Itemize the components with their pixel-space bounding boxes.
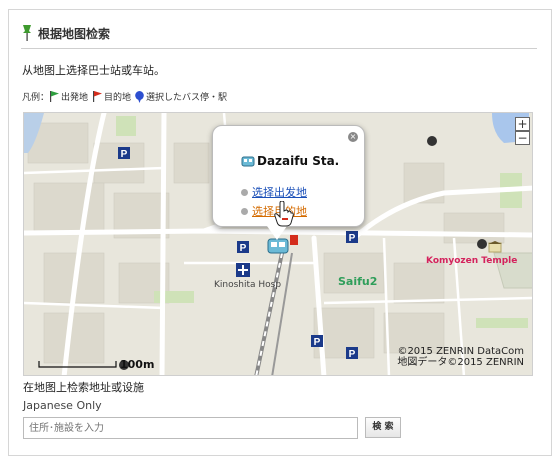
address-search-input[interactable] xyxy=(23,417,358,439)
svg-text:P: P xyxy=(121,149,128,159)
destination-flag-icon xyxy=(93,91,103,102)
popup-pointer xyxy=(267,226,287,240)
legend: 凡例： 出発地 目的地 選択したバス停・駅 xyxy=(22,90,231,103)
panel-title: 根据地图检索 xyxy=(38,26,111,41)
legend-selected-label: 選択したバス停・駅 xyxy=(146,93,228,103)
parking-icon: P xyxy=(237,241,249,253)
popup-station-name: Dazaifu Sta. xyxy=(257,154,340,168)
parking-icon: P xyxy=(118,147,130,159)
parking-icon: P xyxy=(311,335,323,347)
scale-label: 100m xyxy=(120,358,155,371)
svg-text:P: P xyxy=(349,233,356,243)
map-label-kinoshita: Kinoshita Hosp xyxy=(214,280,282,290)
shrine-icon xyxy=(477,239,487,249)
route-search-panel: 根据地图检索 从地图上选择巴士站或车站。 凡例： 出発地 目的地 選択したバス停… xyxy=(8,9,552,456)
panel-header: 根据地图检索 xyxy=(21,24,110,42)
temple-icon xyxy=(488,241,502,253)
bullet-icon xyxy=(241,188,248,196)
zoom-in-button[interactable]: + xyxy=(515,117,530,131)
search-heading: 在地图上检索地址或设施 xyxy=(23,381,144,394)
map-canvas[interactable]: P P P P P Kinoshita Hosp Saifu2 Komyozen… xyxy=(23,112,533,376)
svg-text:P: P xyxy=(240,243,247,253)
popup-close-button[interactable]: × xyxy=(348,132,358,142)
pushpin-icon xyxy=(21,24,33,42)
hospital-icon xyxy=(236,263,250,277)
map-copyright: ©2015 ZENRIN DataCom 地図データ©2015 ZENRIN xyxy=(397,346,524,368)
set-start-label[interactable]: 选择出发地 xyxy=(252,184,307,200)
scale-bar xyxy=(38,361,117,368)
parking-icon: P xyxy=(346,231,358,243)
set-start-link[interactable]: 选择出发地 xyxy=(241,184,307,200)
station-icon xyxy=(241,156,255,167)
zoom-out-button[interactable]: − xyxy=(515,131,530,145)
header-divider xyxy=(21,48,537,49)
search-button[interactable]: 検 索 xyxy=(365,417,401,438)
instruction-text: 从地图上选择巴士站或车站。 xyxy=(22,64,165,77)
start-flag-icon xyxy=(50,91,60,102)
legend-selected: 選択したバス停・駅 xyxy=(135,90,227,103)
copyright-line-1: ©2015 ZENRIN DataCom xyxy=(397,346,524,357)
search-note: Japanese Only xyxy=(23,399,102,412)
zoom-control: + − xyxy=(515,117,530,145)
legend-prefix: 凡例： xyxy=(22,93,50,103)
map-label-saifu: Saifu2 xyxy=(338,275,378,288)
hand-cursor-icon xyxy=(274,201,294,227)
legend-destination: 目的地 xyxy=(92,90,131,103)
legend-destination-label: 目的地 xyxy=(104,93,132,103)
legend-start-label: 出発地 xyxy=(61,93,89,103)
svg-text:P: P xyxy=(314,337,321,347)
svg-text:P: P xyxy=(349,349,356,359)
copyright-line-2: 地図データ©2015 ZENRIN xyxy=(397,357,524,368)
legend-start: 出発地 xyxy=(49,90,88,103)
map-label-temple: Komyozen Temple xyxy=(426,256,518,266)
parking-icon: P xyxy=(346,347,358,359)
selected-stop-balloon-icon xyxy=(135,90,144,103)
bullet-icon xyxy=(241,207,248,215)
popup-title: Dazaifu Sta. xyxy=(241,154,339,168)
landmark-icon xyxy=(427,136,437,146)
